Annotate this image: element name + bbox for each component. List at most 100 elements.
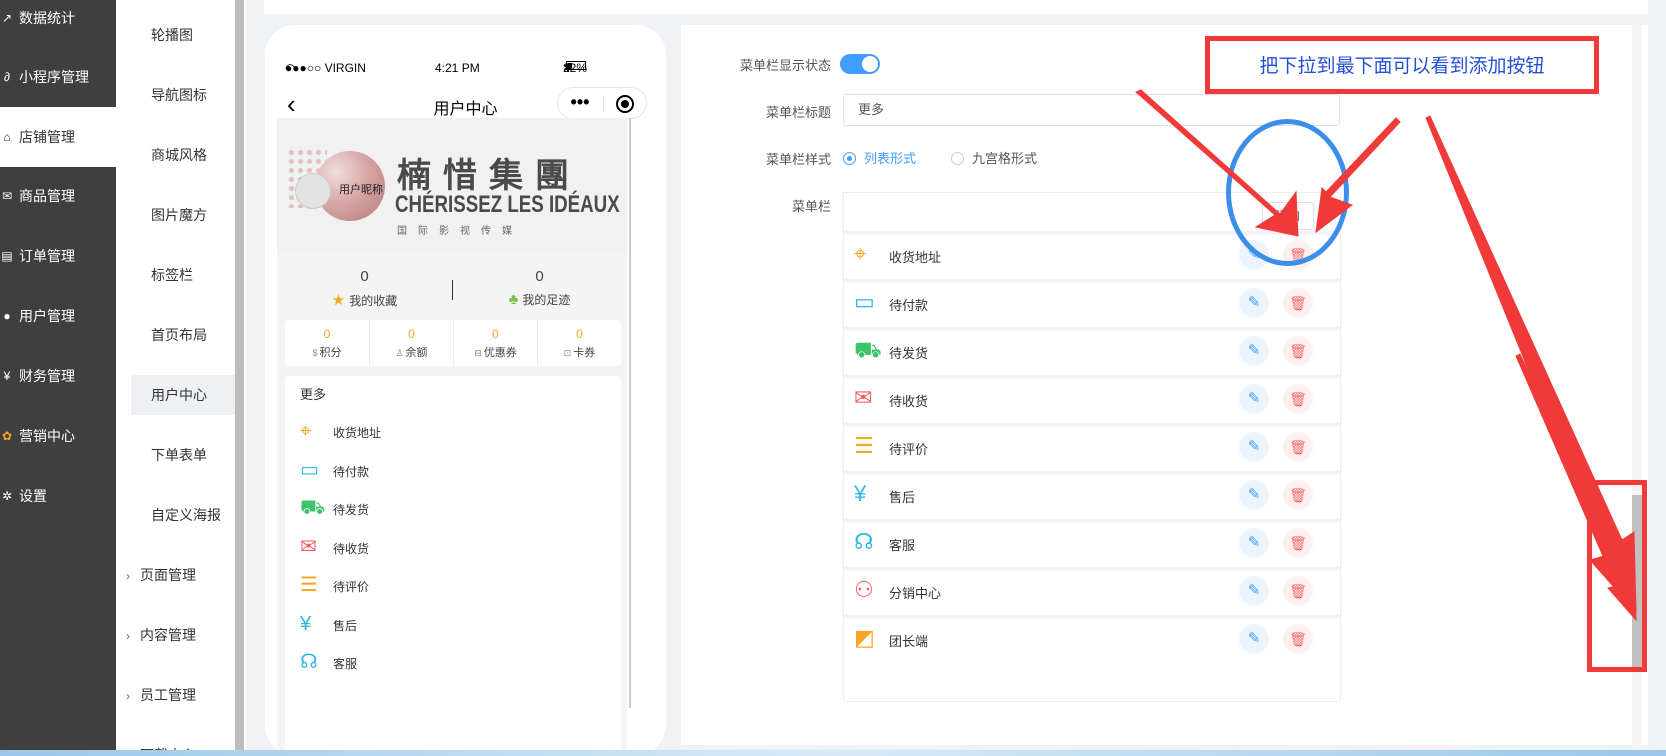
nav-item-label: 数据统计 — [19, 10, 75, 26]
edit-button[interactable]: ✎ — [1239, 480, 1269, 510]
menu-status-toggle[interactable] — [840, 54, 880, 74]
stat-cards[interactable]: 0 ⊡ 卡券 — [537, 320, 621, 366]
delete-button[interactable]: 🗑 — [1283, 528, 1313, 558]
more-dots-icon[interactable]: ••• — [558, 92, 602, 113]
menu-items-list: 添加 ⌖ 收货地址 ✎ 🗑 ▭ 待付款 ✎ 🗑 ⛟ 待发货 ✎ 🗑 ✉ 待收货 … — [843, 192, 1341, 702]
nav-item-marketing[interactable]: ✿ 营销中心 — [0, 406, 116, 466]
nav-item-settings[interactable]: ✲ 设置 — [0, 466, 116, 526]
sub-sidebar-scrollbar[interactable] — [235, 0, 244, 756]
annotation-scroll-highlight — [1587, 480, 1647, 672]
delete-button[interactable]: 🗑 — [1283, 288, 1313, 318]
table-row: ¥ 售后 ✎ 🗑 — [844, 471, 1340, 515]
nav-item-users[interactable]: ● 用户管理 — [0, 286, 116, 346]
list-item-label: 待付款 — [333, 465, 370, 479]
avatar[interactable] — [295, 173, 331, 209]
headset-icon: ☊ — [300, 651, 318, 673]
sub-item-home-layout[interactable]: 首页布局 — [131, 315, 243, 355]
nav-item-label: 小程序管理 — [19, 69, 89, 85]
favorites-count: 0 — [360, 268, 369, 285]
sub-group-page-management[interactable]: › 页面管理 — [126, 555, 196, 595]
list-item[interactable]: ⛟ 待发货 — [300, 495, 600, 525]
battery-icon — [566, 61, 586, 70]
sub-item-user-center[interactable]: 用户中心 — [131, 375, 243, 415]
sub-group-staff-management[interactable]: › 员工管理 — [126, 675, 196, 715]
status-label: 菜单栏显示状态 — [739, 58, 831, 73]
delete-button[interactable]: 🗑 — [1283, 480, 1313, 510]
edit-button[interactable]: ✎ — [1239, 384, 1269, 414]
stat-value: 0 — [323, 327, 331, 341]
capsule-divider — [603, 96, 604, 112]
annotation-note-box: 把下拉到最下面可以看到添加按钮 — [1205, 36, 1599, 94]
sub-item-custom-poster[interactable]: 自定义海报 — [131, 495, 243, 535]
list-item[interactable]: ☰ 待评价 — [300, 572, 600, 602]
clock-text: 4:21 PM — [435, 61, 480, 75]
stat-label-wrap: ⊟ 优惠券 — [454, 344, 537, 360]
sub-item-order-form[interactable]: 下单表单 — [131, 435, 243, 475]
edit-button[interactable]: ✎ — [1239, 576, 1269, 606]
delete-button[interactable]: 🗑 — [1283, 336, 1313, 366]
stat-label: 积分 — [319, 347, 342, 359]
nav-item-goods[interactable]: ✉ 商品管理 — [0, 166, 116, 226]
sub-item-tab-bar[interactable]: 标签栏 — [131, 255, 243, 295]
shopping-bag-icon: ◩ — [854, 625, 875, 650]
nav-item-data-statistics[interactable]: ↗ 数据统计 — [0, 0, 116, 48]
nav-item-label: 财务管理 — [19, 368, 75, 384]
wallet-icon: ▭ — [300, 459, 319, 481]
coupon-icon: ⊟ — [474, 348, 482, 358]
list-item-label: 售后 — [333, 619, 358, 633]
shop-icon: ⌂ — [3, 130, 11, 144]
sub-item-mall-style[interactable]: 商城风格 — [131, 135, 243, 175]
chevron-right-icon: › — [126, 689, 130, 703]
phone-scrollbar[interactable] — [629, 118, 631, 708]
sub-item-nav-icons[interactable]: 导航图标 — [131, 75, 243, 115]
edit-button[interactable]: ✎ — [1239, 432, 1269, 462]
menu-title-input[interactable]: 更多 — [843, 94, 1340, 126]
delete-button[interactable]: 🗑 — [1283, 576, 1313, 606]
style-label: 菜单栏样式 — [765, 152, 831, 167]
style-radio-grid[interactable]: 九宫格形式 — [951, 148, 1037, 166]
close-target-icon[interactable] — [616, 95, 634, 113]
my-footprints[interactable]: 0 ♣ 我的足迹 — [452, 268, 627, 308]
menu-title: 更多 — [300, 387, 327, 402]
location-icon: ⌖ — [854, 241, 867, 266]
sub-item-image-cube[interactable]: 图片魔方 — [131, 195, 243, 235]
row-label: 分销中心 — [889, 586, 942, 601]
stat-balance[interactable]: 0 ♙ 余额 — [369, 320, 453, 366]
mini-program-capsule: ••• — [557, 87, 647, 119]
table-row: ☰ 待评价 ✎ 🗑 — [844, 423, 1340, 467]
list-item[interactable]: ¥ 售后 — [300, 611, 600, 641]
list-item[interactable]: ▭ 待付款 — [300, 457, 600, 487]
nav-item-mini-program[interactable]: ∂ 小程序管理 — [0, 47, 116, 107]
stat-points[interactable]: 0 $ 积分 — [285, 320, 369, 366]
sub-group-content-management[interactable]: › 内容管理 — [126, 615, 196, 655]
list-item-label: 待收货 — [333, 542, 370, 556]
row-label: 待收货 — [889, 394, 929, 409]
sub-item-carousel[interactable]: 轮播图 — [131, 15, 243, 55]
list-item[interactable]: ⌖ 收货地址 — [300, 418, 600, 448]
edit-button[interactable]: ✎ — [1239, 336, 1269, 366]
list-item[interactable]: ✉ 待收货 — [300, 534, 600, 564]
footprint-icon: ♣ — [508, 291, 519, 308]
delete-button[interactable]: 🗑 — [1283, 384, 1313, 414]
stat-coupons[interactable]: 0 ⊟ 优惠券 — [453, 320, 537, 366]
nav-item-orders[interactable]: ▤ 订单管理 — [0, 226, 116, 286]
row-label: 待评价 — [889, 442, 929, 457]
brand-subtitle: 国际影视传媒 — [397, 226, 523, 237]
edit-button[interactable]: ✎ — [1239, 624, 1269, 654]
edit-button[interactable]: ✎ — [1239, 288, 1269, 318]
style-radio-list[interactable]: 列表形式 — [843, 148, 916, 166]
nav-item-label: 营销中心 — [19, 428, 75, 444]
delete-button[interactable]: 🗑 — [1283, 624, 1313, 654]
list-item[interactable]: ☊ 客服 — [300, 649, 600, 679]
main-sidebar: ↗ 数据统计 ∂ 小程序管理 ⌂ 店铺管理 ✉ 商品管理 ▤ 订单管理 ● 用户… — [0, 0, 116, 756]
order-icon: ▤ — [1, 249, 13, 263]
my-favorites[interactable]: 0 ★ 我的收藏 — [277, 268, 452, 309]
list-item-label: 待发货 — [333, 503, 370, 517]
stat-value: 0 — [576, 327, 583, 341]
nav-item-shop[interactable]: ⌂ 店铺管理 — [0, 107, 116, 167]
edit-button[interactable]: ✎ — [1239, 528, 1269, 558]
settings-panel: 菜单栏显示状态 菜单栏标题 更多 菜单栏样式 列表形式 九宫格形式 菜单栏 添加… — [681, 25, 1648, 745]
nav-item-finance[interactable]: ¥ 财务管理 — [0, 346, 116, 406]
star-icon: ★ — [331, 292, 346, 309]
delete-button[interactable]: 🗑 — [1283, 432, 1313, 462]
